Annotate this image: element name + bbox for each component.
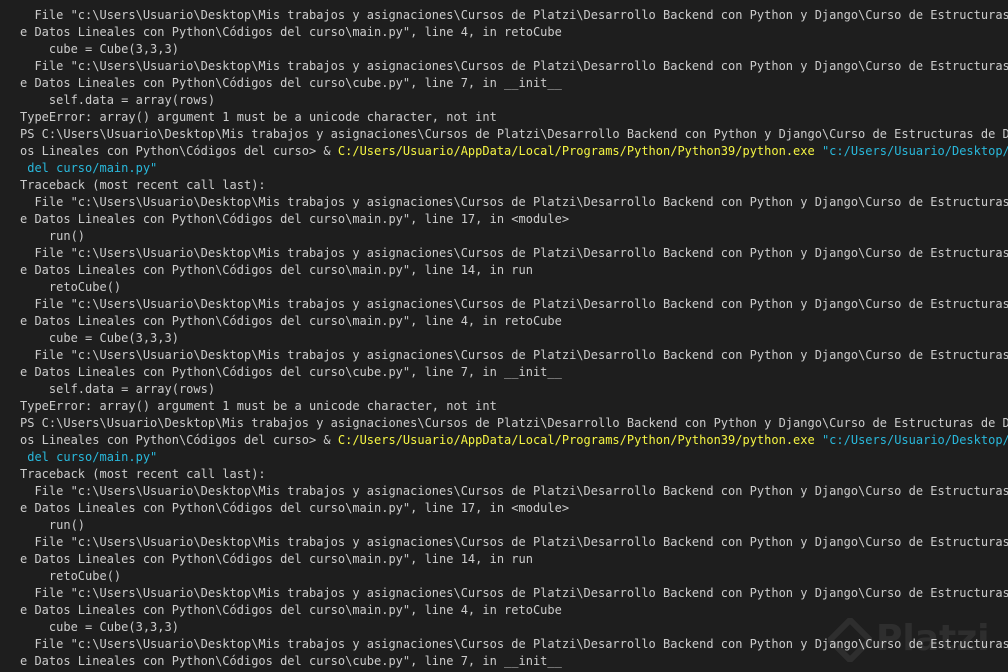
- terminal-line: File "c:\Users\Usuario\Desktop\Mis traba…: [20, 194, 1008, 211]
- terminal-panel[interactable]: File "c:\Users\Usuario\Desktop\Mis traba…: [0, 0, 1008, 672]
- terminal-text: e Datos Lineales con Python\Códigos del …: [20, 263, 533, 277]
- terminal-text: e Datos Lineales con Python\Códigos del …: [20, 365, 562, 379]
- command-argument: "c:/Users/Usuario/Desktop/Mi: [814, 144, 1008, 158]
- terminal-line: del curso/main.py": [20, 160, 1008, 177]
- command-argument: del curso/main.py": [20, 161, 158, 175]
- terminal-text: self.data = array(rows): [20, 93, 216, 107]
- terminal-line: PS C:\Users\Usuario\Desktop\Mis trabajos…: [20, 415, 1008, 432]
- terminal-line: e Datos Lineales con Python\Códigos del …: [20, 551, 1008, 568]
- terminal-line: TypeError: array() argument 1 must be a …: [20, 398, 1008, 415]
- terminal-text: e Datos Lineales con Python\Códigos del …: [20, 76, 562, 90]
- terminal-line: retoCube(): [20, 568, 1008, 585]
- terminal-line: File "c:\Users\Usuario\Desktop\Mis traba…: [20, 534, 1008, 551]
- terminal-text: File "c:\Users\Usuario\Desktop\Mis traba…: [20, 484, 1008, 498]
- terminal-text: File "c:\Users\Usuario\Desktop\Mis traba…: [20, 297, 1008, 311]
- terminal-line: TypeError: array() argument 1 must be a …: [20, 109, 1008, 126]
- terminal-line: File "c:\Users\Usuario\Desktop\Mis traba…: [20, 7, 1008, 24]
- terminal-text: e Datos Lineales con Python\Códigos del …: [20, 552, 533, 566]
- terminal-output: File "c:\Users\Usuario\Desktop\Mis traba…: [20, 7, 1008, 670]
- terminal-line: run(): [20, 228, 1008, 245]
- terminal-text: File "c:\Users\Usuario\Desktop\Mis traba…: [20, 586, 1008, 600]
- terminal-text: Traceback (most recent call last):: [20, 467, 266, 481]
- terminal-line: cube = Cube(3,3,3): [20, 41, 1008, 58]
- command-path: C:/Users/Usuario/AppData/Local/Programs/…: [337, 433, 815, 447]
- terminal-line: File "c:\Users\Usuario\Desktop\Mis traba…: [20, 58, 1008, 75]
- terminal-line: e Datos Lineales con Python\Códigos del …: [20, 211, 1008, 228]
- terminal-text: cube = Cube(3,3,3): [20, 42, 179, 56]
- terminal-text: PS C:\Users\Usuario\Desktop\Mis trabajos…: [20, 127, 1008, 141]
- terminal-text: run(): [20, 518, 86, 532]
- terminal-text: File "c:\Users\Usuario\Desktop\Mis traba…: [20, 195, 1008, 209]
- platzi-logo-icon: [828, 618, 872, 662]
- terminal-text: e Datos Lineales con Python\Códigos del …: [20, 212, 570, 226]
- terminal-line: File "c:\Users\Usuario\Desktop\Mis traba…: [20, 347, 1008, 364]
- terminal-text: os Lineales con Python\Códigos del curso…: [20, 144, 338, 158]
- terminal-text: cube = Cube(3,3,3): [20, 331, 179, 345]
- terminal-text: e Datos Lineales con Python\Códigos del …: [20, 501, 570, 515]
- platzi-watermark: Platzi: [828, 612, 1008, 668]
- terminal-line: File "c:\Users\Usuario\Desktop\Mis traba…: [20, 245, 1008, 262]
- terminal-line: e Datos Lineales con Python\Códigos del …: [20, 75, 1008, 92]
- terminal-text: run(): [20, 229, 86, 243]
- terminal-text: cube = Cube(3,3,3): [20, 620, 179, 634]
- terminal-line: e Datos Lineales con Python\Códigos del …: [20, 313, 1008, 330]
- terminal-text: PS C:\Users\Usuario\Desktop\Mis trabajos…: [20, 416, 1008, 430]
- terminal-text: TypeError: array() argument 1 must be a …: [20, 399, 497, 413]
- terminal-line: File "c:\Users\Usuario\Desktop\Mis traba…: [20, 585, 1008, 602]
- terminal-line: File "c:\Users\Usuario\Desktop\Mis traba…: [20, 296, 1008, 313]
- terminal-text: e Datos Lineales con Python\Códigos del …: [20, 654, 562, 668]
- terminal-text: e Datos Lineales con Python\Códigos del …: [20, 603, 562, 617]
- terminal-line: run(): [20, 517, 1008, 534]
- terminal-line: del curso/main.py": [20, 449, 1008, 466]
- terminal-text: File "c:\Users\Usuario\Desktop\Mis traba…: [20, 535, 1008, 549]
- terminal-line: self.data = array(rows): [20, 92, 1008, 109]
- terminal-text: File "c:\Users\Usuario\Desktop\Mis traba…: [20, 8, 1008, 22]
- terminal-line: cube = Cube(3,3,3): [20, 330, 1008, 347]
- terminal-line: os Lineales con Python\Códigos del curso…: [20, 143, 1008, 160]
- terminal-text: e Datos Lineales con Python\Códigos del …: [20, 314, 562, 328]
- terminal-text: File "c:\Users\Usuario\Desktop\Mis traba…: [20, 59, 1008, 73]
- terminal-text: retoCube(): [20, 569, 122, 583]
- terminal-text: TypeError: array() argument 1 must be a …: [20, 110, 497, 124]
- command-argument: "c:/Users/Usuario/Desktop/Mi: [814, 433, 1008, 447]
- terminal-line: e Datos Lineales con Python\Códigos del …: [20, 500, 1008, 517]
- terminal-line: Traceback (most recent call last):: [20, 466, 1008, 483]
- terminal-text: os Lineales con Python\Códigos del curso…: [20, 433, 338, 447]
- terminal-line: os Lineales con Python\Códigos del curso…: [20, 432, 1008, 449]
- terminal-line: e Datos Lineales con Python\Códigos del …: [20, 262, 1008, 279]
- terminal-text: Traceback (most recent call last):: [20, 178, 266, 192]
- command-argument: del curso/main.py": [20, 450, 158, 464]
- terminal-text: File "c:\Users\Usuario\Desktop\Mis traba…: [20, 348, 1008, 362]
- terminal-text: e Datos Lineales con Python\Códigos del …: [20, 25, 562, 39]
- command-path: C:/Users/Usuario/AppData/Local/Programs/…: [337, 144, 815, 158]
- terminal-line: PS C:\Users\Usuario\Desktop\Mis trabajos…: [20, 126, 1008, 143]
- terminal-text: self.data = array(rows): [20, 382, 216, 396]
- terminal-line: e Datos Lineales con Python\Códigos del …: [20, 364, 1008, 381]
- terminal-text: retoCube(): [20, 280, 122, 294]
- terminal-line: self.data = array(rows): [20, 381, 1008, 398]
- terminal-line: File "c:\Users\Usuario\Desktop\Mis traba…: [20, 483, 1008, 500]
- terminal-line: retoCube(): [20, 279, 1008, 296]
- terminal-line: Traceback (most recent call last):: [20, 177, 1008, 194]
- terminal-line: e Datos Lineales con Python\Códigos del …: [20, 24, 1008, 41]
- watermark-text: Platzi: [876, 618, 990, 659]
- terminal-text: File "c:\Users\Usuario\Desktop\Mis traba…: [20, 246, 1008, 260]
